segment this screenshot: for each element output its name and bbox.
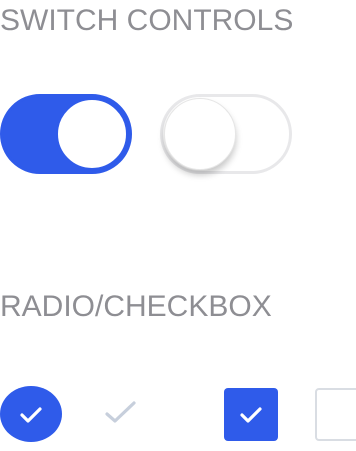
toggle-switch-off[interactable] bbox=[160, 94, 292, 174]
checkbox-checked[interactable] bbox=[224, 388, 278, 441]
toggle-knob bbox=[56, 98, 128, 170]
checkbox-unchecked[interactable] bbox=[315, 388, 356, 441]
checkmark-icon bbox=[0, 386, 62, 442]
radio-button-checked[interactable] bbox=[0, 386, 62, 442]
radio-checkbox-title: RADIO/CHECKBOX bbox=[0, 290, 272, 323]
checkmark-icon bbox=[104, 398, 138, 428]
toggle-knob bbox=[164, 98, 236, 170]
toggle-switch-on[interactable] bbox=[0, 94, 132, 174]
switch-controls-title: SWITCH CONTROLS bbox=[0, 4, 294, 37]
checkmark-unchecked[interactable] bbox=[104, 398, 138, 428]
checkmark-icon bbox=[224, 388, 278, 441]
